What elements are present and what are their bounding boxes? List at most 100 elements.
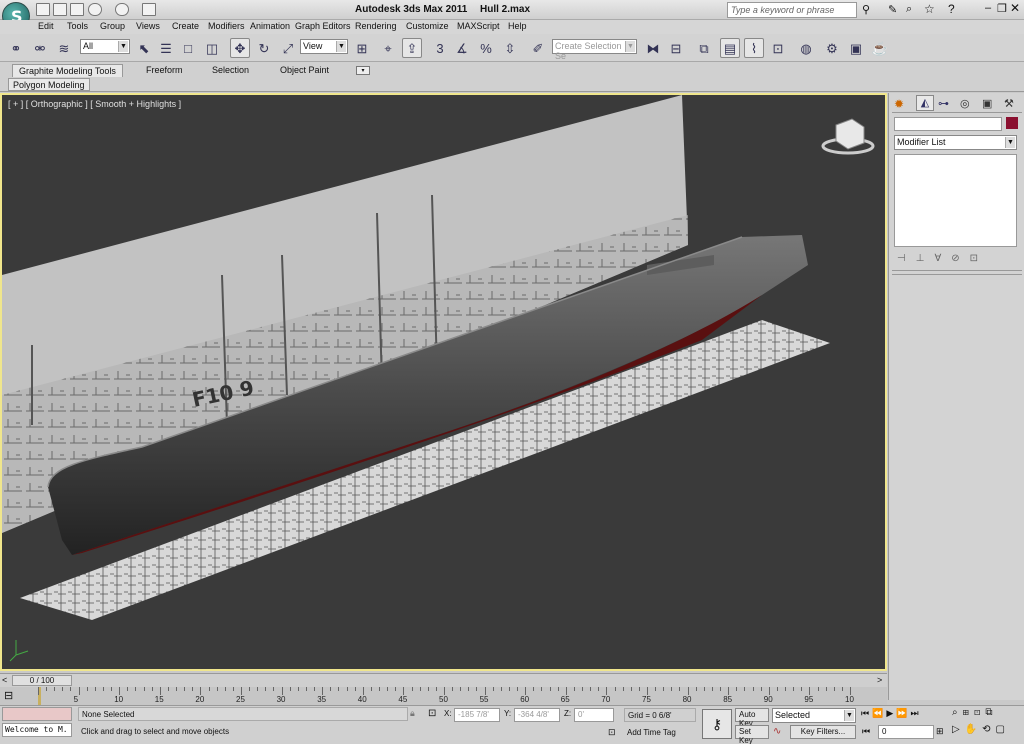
time-tag-icon[interactable]: ⊡ <box>608 727 616 738</box>
select-and-scale-icon[interactable]: ⤢ <box>278 38 298 58</box>
angle-snap-icon[interactable]: ∡ <box>452 38 472 58</box>
help-icon[interactable]: ? <box>948 2 955 16</box>
maxscript-mini-listener-pink[interactable] <box>2 707 72 721</box>
previous-frame-icon[interactable]: ⏪ <box>872 708 886 718</box>
menu-tools[interactable]: Tools <box>67 21 88 31</box>
tab-object-paint[interactable]: Object Paint <box>274 64 335 77</box>
absolute-mode-transform-icon[interactable]: ⊡ <box>428 708 436 719</box>
time-configuration-icon[interactable]: ⊞ <box>936 726 944 737</box>
hierarchy-tab-icon[interactable]: ⊶ <box>938 97 949 110</box>
time-slider[interactable]: < 0 / 100 > <box>0 673 887 687</box>
layer-manager-icon[interactable]: ⧉ <box>694 38 714 58</box>
ribbon-options-icon[interactable]: ▾ <box>356 66 370 75</box>
play-icon[interactable]: ▶ <box>886 708 896 718</box>
selection-filter-dropdown[interactable]: All ▼ <box>80 39 130 54</box>
set-key-icon[interactable]: ⚷ <box>702 709 732 739</box>
redo-icon[interactable] <box>115 3 129 16</box>
menu-help[interactable]: Help <box>508 21 527 31</box>
select-and-move-icon[interactable]: ✥ <box>230 38 250 58</box>
schematic-view-icon[interactable]: ⊡ <box>768 38 788 58</box>
key-mode-dropdown[interactable]: Selected ▼ <box>772 708 856 723</box>
make-unique-icon[interactable]: ∀ <box>934 253 951 264</box>
remove-modifier-icon[interactable]: ⊘ <box>951 253 969 264</box>
menu-views[interactable]: Views <box>136 21 160 31</box>
material-editor-icon[interactable]: ◍ <box>796 38 816 58</box>
time-slider-prev-icon[interactable]: < <box>2 675 7 685</box>
menu-edit[interactable]: Edit <box>38 21 54 31</box>
close-icon[interactable]: ✕ <box>1010 1 1020 15</box>
create-tab-icon[interactable]: ✹ <box>894 97 904 111</box>
restore-icon[interactable]: ❐ <box>997 2 1007 15</box>
bind-space-warp-icon[interactable]: ≋ <box>54 38 74 58</box>
project-folder-icon[interactable] <box>142 3 156 16</box>
modifier-list-dropdown[interactable]: Modifier List ▼ <box>894 135 1017 150</box>
tools-icon[interactable]: ✎ <box>888 3 897 16</box>
show-end-result-icon[interactable]: ⊥ <box>916 253 935 264</box>
zoom-icon[interactable]: ⌕ <box>952 707 963 718</box>
undo-icon[interactable] <box>88 3 102 16</box>
select-object-icon[interactable]: ⬉ <box>134 38 154 58</box>
subtab-polygon-modeling[interactable]: Polygon Modeling <box>8 78 90 91</box>
mini-curve-editor-icon[interactable]: ⊟ <box>4 689 13 702</box>
select-and-link-icon[interactable]: ⚭ <box>6 38 26 58</box>
named-selection-sets-dropdown[interactable]: Create Selection Se ▼ <box>552 39 637 61</box>
time-slider-next-icon[interactable]: > <box>877 675 882 685</box>
orbit-icon[interactable]: ⟲ <box>982 724 995 735</box>
manipulate-icon[interactable]: ⌖ <box>378 38 398 58</box>
select-and-rotate-icon[interactable]: ↻ <box>254 38 274 58</box>
pan-icon[interactable]: ✋ <box>965 724 982 735</box>
auto-key-button[interactable]: Auto Key <box>735 708 769 728</box>
maximize-viewport-icon[interactable]: ▢ <box>996 724 1010 735</box>
window-crossing-icon[interactable]: ◫ <box>202 38 222 58</box>
menu-rendering[interactable]: Rendering <box>355 21 397 31</box>
render-production-icon[interactable]: ☕ <box>870 38 890 58</box>
graphite-ribbon-icon[interactable]: ▤ <box>720 38 740 58</box>
snaps-toggle-icon[interactable]: 3 <box>430 38 450 58</box>
render-setup-icon[interactable]: ⚙ <box>822 38 842 58</box>
pivot-point-icon[interactable]: ⊞ <box>352 38 372 58</box>
menu-group[interactable]: Group <box>100 21 125 31</box>
x-coordinate-field[interactable]: -185 7/8' <box>454 708 500 722</box>
menu-create[interactable]: Create <box>172 21 199 31</box>
maxscript-mini-listener[interactable]: Welcome to M. <box>2 723 72 737</box>
object-name-field[interactable] <box>894 117 1002 131</box>
binoculars-icon[interactable]: ⚲ <box>862 3 870 16</box>
display-tab-icon[interactable]: ▣ <box>982 97 992 110</box>
view-cube-icon[interactable] <box>835 118 865 150</box>
field-of-view-icon[interactable]: ▷ <box>952 724 965 735</box>
current-frame-field[interactable]: 0 <box>878 725 934 739</box>
menu-animation[interactable]: Animation <box>250 21 290 31</box>
add-time-tag[interactable]: Add Time Tag <box>624 726 696 740</box>
utilities-tab-icon[interactable]: ⚒ <box>1004 97 1014 110</box>
minimize-icon[interactable]: ‒ <box>985 2 991 14</box>
key-mode-toggle-icon[interactable]: ⏮ <box>862 726 870 737</box>
modify-tab-icon[interactable]: ◭ <box>916 95 934 111</box>
keyboard-shortcut-override-icon[interactable]: ⇪ <box>402 38 422 58</box>
search-input[interactable]: Type a keyword or phrase <box>727 2 857 18</box>
magnifier-icon[interactable]: ⌕ <box>906 3 912 16</box>
edit-named-selection-icon[interactable]: ✐ <box>528 38 548 58</box>
rectangular-selection-icon[interactable]: □ <box>178 38 198 58</box>
zoom-all-icon[interactable]: ⊞ <box>963 707 974 718</box>
select-by-name-icon[interactable]: ☰ <box>156 38 176 58</box>
tab-selection[interactable]: Selection <box>206 64 255 77</box>
spinner-snap-icon[interactable]: ⇳ <box>500 38 520 58</box>
save-file-icon[interactable] <box>70 3 84 16</box>
favorites-icon[interactable]: ☆ <box>924 2 935 16</box>
tab-graphite-modeling-tools[interactable]: Graphite Modeling Tools <box>12 64 123 77</box>
percent-snap-icon[interactable]: % <box>476 38 496 58</box>
zoom-extents-all-icon[interactable]: ⧉ <box>985 707 997 718</box>
go-to-start-icon[interactable]: ⏮ <box>861 708 872 718</box>
selection-lock-icon[interactable]: 🔒︎ <box>410 708 415 719</box>
key-filters-button[interactable]: Key Filters... <box>790 725 856 739</box>
menu-customize[interactable]: Customize <box>406 21 449 31</box>
track-bar[interactable]: ⊟ 5 10 15 20 25 30 35 40 45 50 55 60 65 70 75 80 85 90 95 1… <box>0 687 887 705</box>
reference-coordinate-dropdown[interactable]: View ▼ <box>300 39 348 54</box>
configure-modifier-sets-icon[interactable]: ⊡ <box>970 253 988 264</box>
new-file-icon[interactable] <box>36 3 50 16</box>
go-to-end-icon[interactable]: ⏭ <box>910 708 921 718</box>
menu-modifiers[interactable]: Modifiers <box>208 21 245 31</box>
next-frame-icon[interactable]: ⏩ <box>896 708 910 718</box>
menu-maxscript[interactable]: MAXScript <box>457 21 500 31</box>
mirror-icon[interactable]: ⧓ <box>643 38 663 58</box>
